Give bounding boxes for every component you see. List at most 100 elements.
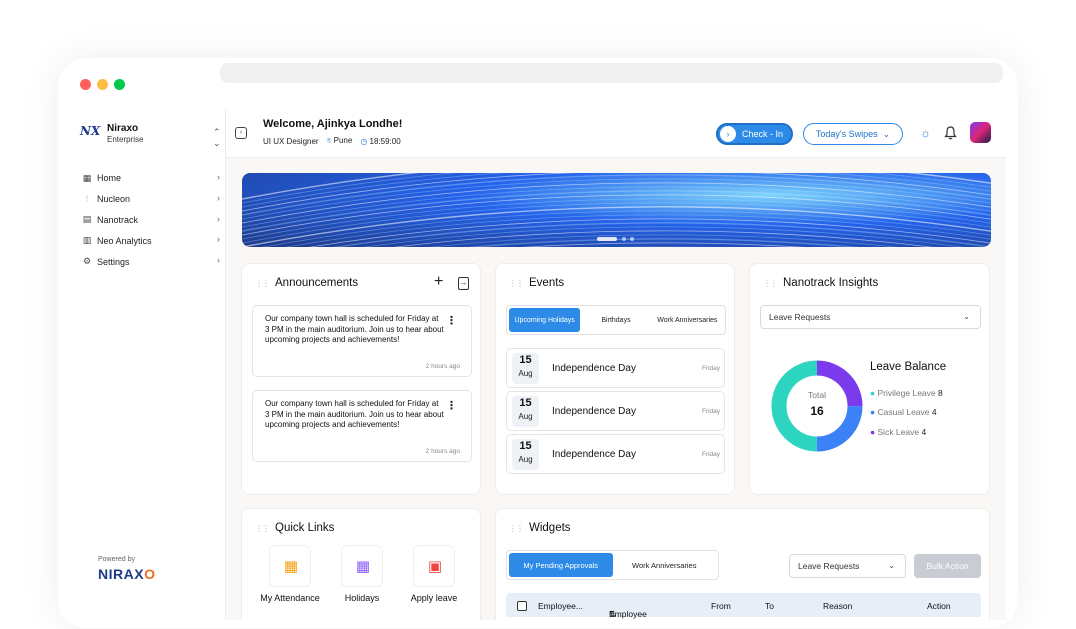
legend-casual: ● Casual Leave 4 [870, 407, 937, 417]
main-content: ‹ Welcome, Ajinkya Londhe! UI UX Designe… [226, 110, 1006, 620]
clock: ◷ 18:59:00 [360, 136, 401, 146]
column-header-to[interactable]: To [765, 601, 774, 611]
carousel-dot-active[interactable] [597, 237, 617, 241]
quick-link-holidays[interactable]: ▦ Holidays [332, 545, 392, 603]
widgets-select[interactable]: Leave Requests ⌄ [789, 554, 906, 578]
widgets-title: Widgets [529, 522, 571, 534]
event-name: Independence Day [552, 449, 636, 460]
sidebar-item-label: Settings [97, 256, 130, 267]
chevron-down-icon: ⌄ [882, 128, 891, 139]
quick-links-title: Quick Links [275, 522, 335, 534]
announcement-text: Our company town hall is scheduled for F… [265, 314, 444, 344]
chevron-right-icon: › [217, 255, 220, 266]
event-date: 15 Aug [512, 353, 539, 384]
add-icon[interactable]: + [434, 273, 443, 291]
todays-swipes-dropdown[interactable]: Today's Swipes ⌄ [803, 123, 903, 145]
location: ⌾ Pune [326, 136, 353, 145]
sidebar-item-nucleon[interactable]: ⫶ Nucleon › [80, 189, 220, 210]
tab-upcoming-holidays[interactable]: Upcoming Holidays [509, 308, 581, 332]
announcements-card: ⋮⋮ Announcements + → Our company town ha… [241, 263, 481, 495]
chevron-right-icon: › [217, 213, 220, 224]
location-pin-icon: ⌾ [326, 136, 332, 145]
legend-dot: ● [870, 427, 876, 437]
column-header-from[interactable]: From [711, 601, 731, 611]
more-options-icon[interactable]: ⋮ [446, 314, 457, 327]
event-date: 15 Aug [512, 396, 539, 427]
close-window-dot[interactable] [80, 79, 91, 90]
drag-handle-icon[interactable]: ⋮⋮ [763, 279, 778, 288]
event-weekday: Friday [701, 451, 720, 458]
bell-icon[interactable] [944, 126, 957, 143]
address-bar[interactable] [220, 63, 1003, 83]
select-all-checkbox[interactable] [517, 601, 527, 611]
tab-work-anniversaries[interactable]: Work Anniversaries [613, 561, 717, 570]
carousel-indicator[interactable] [597, 237, 637, 242]
quick-link-apply-leave[interactable]: ▣ Apply leave [404, 545, 464, 603]
events-title: Events [529, 277, 565, 289]
insights-select[interactable]: Leave Requests ⌄ [760, 305, 981, 329]
drag-handle-icon[interactable]: ⋮⋮ [509, 524, 524, 533]
export-icon[interactable]: → [458, 277, 469, 290]
brand-switcher[interactable]: NX Niraxo Enterprise ⌃ ⌄ [80, 120, 221, 149]
announcement-item[interactable]: Our company town hall is scheduled for F… [252, 390, 472, 462]
sidebar-item-neo-analytics[interactable]: ▥ Neo Analytics › [80, 230, 220, 251]
carousel-dot[interactable] [622, 237, 626, 241]
announcement-item[interactable]: Our company town hall is scheduled for F… [252, 305, 472, 377]
sun-icon[interactable]: ☼ [920, 126, 931, 140]
user-role: UI UX Designer [263, 136, 319, 146]
brand-subtitle: Enterprise [107, 135, 144, 144]
sidebar-item-settings[interactable]: ⚙ Settings › [80, 251, 220, 272]
user-meta: UI UX Designer ⌾ Pune ◷ 18:59:00 [263, 136, 401, 146]
legend-privilege: ● Privilege Leave 8 [870, 388, 943, 398]
chevron-down-icon: ⌄ [888, 561, 895, 570]
avatar[interactable] [970, 122, 991, 143]
more-options-icon[interactable]: ⋮ [446, 399, 457, 412]
event-name: Independence Day [552, 406, 636, 417]
clock-icon: ◷ [360, 136, 368, 146]
carousel-dot[interactable] [630, 237, 634, 241]
sidebar-nav: ▦ Home › ⫶ Nucleon › ▤ Nanotrack › ▥ Neo… [80, 168, 220, 272]
drag-handle-icon[interactable]: ⋮⋮ [255, 279, 270, 288]
event-name: Independence Day [552, 363, 636, 374]
hero-banner [242, 173, 991, 247]
brand-logo: NX [80, 124, 101, 138]
maximize-window-dot[interactable] [114, 79, 125, 90]
drag-handle-icon[interactable]: ⋮⋮ [255, 524, 270, 533]
tab-birthdays[interactable]: Birthdays [580, 316, 651, 325]
window-titlebar [58, 58, 1018, 110]
sidebar-item-label: Neo Analytics [97, 235, 152, 246]
chevron-right-icon: › [217, 192, 220, 203]
column-header-reason[interactable]: Reason [823, 601, 852, 611]
collapse-sidebar-icon[interactable]: ‹ [235, 127, 247, 139]
bulk-action-button[interactable]: Bulk Action [914, 554, 981, 578]
sidebar: NX Niraxo Enterprise ⌃ ⌄ ▦ Home › ⫶ Nucle… [70, 110, 225, 620]
event-item[interactable]: 15 Aug Independence Day Friday [506, 348, 725, 388]
insights-title: Nanotrack Insights [783, 277, 879, 289]
chevron-updown-icon[interactable]: ⌃ ⌄ [213, 127, 221, 149]
event-weekday: Friday [701, 408, 720, 415]
event-item[interactable]: 15 Aug Independence Day Friday [506, 391, 725, 431]
quick-links-card: ⋮⋮ Quick Links ▦ My Attendance ▦ Holiday… [241, 508, 481, 620]
todays-swipes-label: Today's Swipes [815, 129, 878, 139]
column-header-employee-id[interactable]: Employee... [538, 601, 583, 611]
quick-link-my-attendance[interactable]: ▦ My Attendance [260, 545, 320, 603]
announcements-title: Announcements [275, 277, 359, 289]
table-header: Employee... Employee Name ⇅ From To Reas… [506, 593, 981, 620]
minimize-window-dot[interactable] [97, 79, 108, 90]
sort-icon[interactable]: ⇅ [609, 609, 616, 620]
event-item[interactable]: 15 Aug Independence Day Friday [506, 434, 725, 474]
tab-my-pending-approvals[interactable]: My Pending Approvals [509, 553, 613, 577]
chart-icon: ▥ [82, 235, 92, 246]
donut-total-label: Total [808, 390, 826, 400]
check-in-button[interactable]: › Check - In [716, 123, 793, 145]
drag-handle-icon[interactable]: ⋮⋮ [509, 279, 524, 288]
events-card: ⋮⋮ Events Upcoming Holidays Birthdays Wo… [495, 263, 735, 495]
chevron-down-icon: ⌄ [963, 312, 970, 321]
widgets-card: ⋮⋮ Widgets My Pending Approvals Work Ann… [495, 508, 990, 620]
tab-work-anniversaries[interactable]: Work Anniversaries [652, 316, 723, 325]
niraxo-logo: NIRAXO [98, 566, 156, 582]
column-header-action[interactable]: Action [927, 601, 951, 611]
sidebar-item-home[interactable]: ▦ Home › [80, 168, 220, 189]
welcome-heading: Welcome, Ajinkya Londhe! [263, 118, 403, 130]
sidebar-item-nanotrack[interactable]: ▤ Nanotrack › [80, 210, 220, 231]
